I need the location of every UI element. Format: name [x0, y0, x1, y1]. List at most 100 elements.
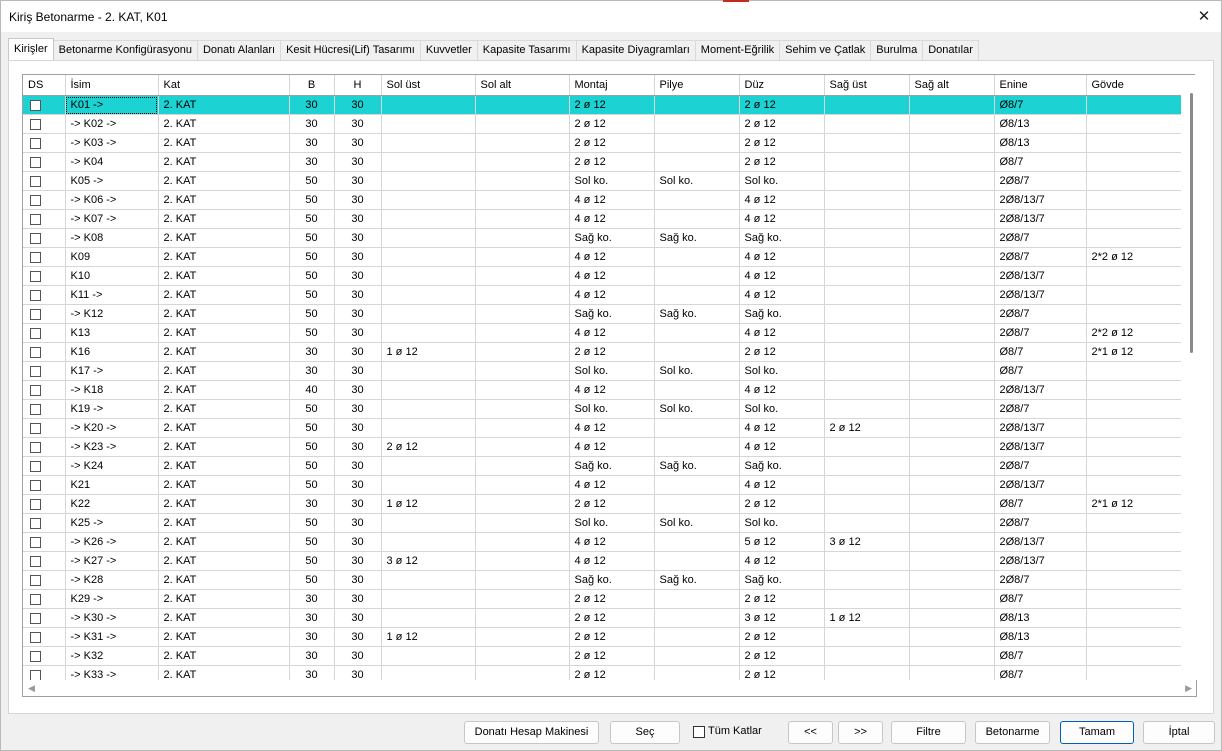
table-cell[interactable] — [381, 114, 476, 134]
table-cell[interactable]: Sağ ko. — [569, 570, 655, 590]
table-cell[interactable] — [1086, 437, 1181, 457]
table-cell[interactable] — [1086, 456, 1181, 476]
ds-cell[interactable] — [23, 228, 66, 248]
table-cell[interactable]: 50 — [289, 418, 335, 438]
table-cell[interactable] — [824, 323, 910, 343]
table-cell[interactable] — [824, 380, 910, 400]
ds-cell[interactable] — [23, 532, 66, 552]
ds-checkbox[interactable] — [30, 346, 41, 358]
table-cell[interactable]: Sağ ko. — [569, 456, 655, 476]
table-cell[interactable]: 4 ø 12 — [739, 247, 825, 267]
table-cell[interactable] — [475, 266, 570, 286]
table-cell[interactable] — [381, 399, 476, 419]
table-cell[interactable] — [824, 342, 910, 362]
table-cell[interactable]: Sağ ko. — [654, 570, 740, 590]
table-cell[interactable] — [654, 646, 740, 666]
table-cell[interactable]: 30 — [334, 342, 382, 362]
betonarme-button[interactable]: Betonarme — [975, 721, 1050, 744]
table-cell[interactable] — [1086, 95, 1181, 115]
table-cell[interactable]: 2. KAT — [158, 228, 290, 248]
table-cell[interactable]: -> K08 — [65, 228, 159, 248]
table-cell[interactable] — [909, 304, 995, 324]
table-cell[interactable] — [381, 532, 476, 552]
tab-kirişler[interactable]: Kirişler — [8, 38, 54, 60]
table-row[interactable]: K01 -> 2. KAT 30 30 2 ø 12 2 ø 12 Ø8/7 — [23, 95, 1181, 115]
table-cell[interactable] — [824, 456, 910, 476]
table-cell[interactable]: 3 ø 12 — [381, 551, 476, 571]
table-cell[interactable] — [475, 304, 570, 324]
table-cell[interactable]: Ø8/7 — [994, 152, 1087, 172]
table-cell[interactable] — [1086, 513, 1181, 533]
table-cell[interactable]: Sağ ko. — [739, 570, 825, 590]
table-cell[interactable]: K25 -> — [65, 513, 159, 533]
table-cell[interactable]: 2Ø8/13/7 — [994, 437, 1087, 457]
table-cell[interactable]: 30 — [334, 418, 382, 438]
table-cell[interactable]: Sağ ko. — [739, 456, 825, 476]
table-row[interactable]: -> K27 -> 2. KAT 50 30 3 ø 12 4 ø 12 4 ø 12 2Ø8… — [23, 551, 1181, 571]
table-cell[interactable]: Sol ko. — [569, 513, 655, 533]
table-cell[interactable] — [824, 171, 910, 191]
table-cell[interactable] — [909, 399, 995, 419]
table-cell[interactable] — [381, 323, 476, 343]
ds-cell[interactable] — [23, 152, 66, 172]
table-cell[interactable]: 4 ø 12 — [739, 323, 825, 343]
table-cell[interactable]: 1 ø 12 — [381, 494, 476, 514]
column-header[interactable]: H — [334, 75, 382, 96]
table-row[interactable]: -> K08 2. KAT 50 30 Sağ ko. Sağ ko. Sağ ko. 2Ø8… — [23, 228, 1181, 248]
table-cell[interactable]: 30 — [334, 380, 382, 400]
ds-cell[interactable] — [23, 627, 66, 647]
table-cell[interactable]: 50 — [289, 266, 335, 286]
table-cell[interactable]: 3 ø 12 — [824, 532, 910, 552]
table-cell[interactable]: Sol ko. — [739, 171, 825, 191]
ds-checkbox[interactable] — [30, 650, 41, 662]
table-row[interactable]: -> K30 -> 2. KAT 30 30 2 ø 12 3 ø 12 1 ø 12 Ø8/… — [23, 608, 1181, 628]
table-cell[interactable]: 2 ø 12 — [739, 589, 825, 609]
column-header[interactable]: DS — [23, 75, 66, 96]
ds-checkbox[interactable] — [30, 631, 41, 643]
table-cell[interactable]: -> K04 — [65, 152, 159, 172]
ds-cell[interactable] — [23, 551, 66, 571]
table-cell[interactable] — [381, 589, 476, 609]
table-cell[interactable]: 4 ø 12 — [569, 475, 655, 495]
table-cell[interactable]: 2. KAT — [158, 608, 290, 628]
ds-checkbox[interactable] — [30, 555, 41, 567]
sec-button[interactable]: Seç — [610, 721, 680, 744]
table-cell[interactable] — [654, 152, 740, 172]
table-cell[interactable]: 4 ø 12 — [739, 266, 825, 286]
table-cell[interactable]: Sağ ko. — [654, 304, 740, 324]
table-row[interactable]: -> K18 2. KAT 40 30 4 ø 12 4 ø 12 2Ø8/13/7 — [23, 380, 1181, 400]
table-cell[interactable]: Sağ ko. — [569, 304, 655, 324]
table-row[interactable]: -> K28 2. KAT 50 30 Sağ ko. Sağ ko. Sağ ko. 2Ø8… — [23, 570, 1181, 590]
ds-cell[interactable] — [23, 114, 66, 134]
table-cell[interactable] — [654, 494, 740, 514]
table-cell[interactable]: 2. KAT — [158, 152, 290, 172]
column-header[interactable]: Montaj — [569, 75, 655, 96]
table-cell[interactable]: 2*1 ø 12 — [1086, 494, 1181, 514]
table-cell[interactable] — [909, 171, 995, 191]
table-row[interactable]: K05 -> 2. KAT 50 30 Sol ko. Sol ko. Sol ko. 2Ø8… — [23, 171, 1181, 191]
table-cell[interactable]: Sol ko. — [739, 361, 825, 381]
ds-checkbox[interactable] — [30, 536, 41, 548]
table-cell[interactable] — [1086, 627, 1181, 647]
table-cell[interactable] — [909, 323, 995, 343]
column-header[interactable]: Düz — [739, 75, 825, 96]
table-cell[interactable]: 50 — [289, 570, 335, 590]
column-header[interactable]: Sol alt — [475, 75, 570, 96]
table-cell[interactable]: 30 — [334, 475, 382, 495]
table-cell[interactable] — [1086, 475, 1181, 495]
table-cell[interactable] — [1086, 190, 1181, 210]
table-cell[interactable] — [909, 247, 995, 267]
table-cell[interactable]: 2Ø8/13/7 — [994, 532, 1087, 552]
table-cell[interactable] — [654, 209, 740, 229]
table-cell[interactable] — [909, 190, 995, 210]
tab-donatılar[interactable]: Donatılar — [922, 40, 979, 60]
table-cell[interactable] — [1086, 304, 1181, 324]
table-row[interactable]: K25 -> 2. KAT 50 30 Sol ko. Sol ko. Sol ko. 2Ø8… — [23, 513, 1181, 533]
table-cell[interactable]: 2 ø 12 — [569, 152, 655, 172]
table-cell[interactable]: 2 ø 12 — [739, 152, 825, 172]
table-cell[interactable] — [909, 437, 995, 457]
ds-checkbox[interactable] — [30, 118, 41, 130]
table-cell[interactable]: 2 ø 12 — [569, 589, 655, 609]
table-row[interactable]: -> K20 -> 2. KAT 50 30 4 ø 12 4 ø 12 2 ø 12 2Ø8… — [23, 418, 1181, 438]
ds-checkbox[interactable] — [30, 498, 41, 510]
